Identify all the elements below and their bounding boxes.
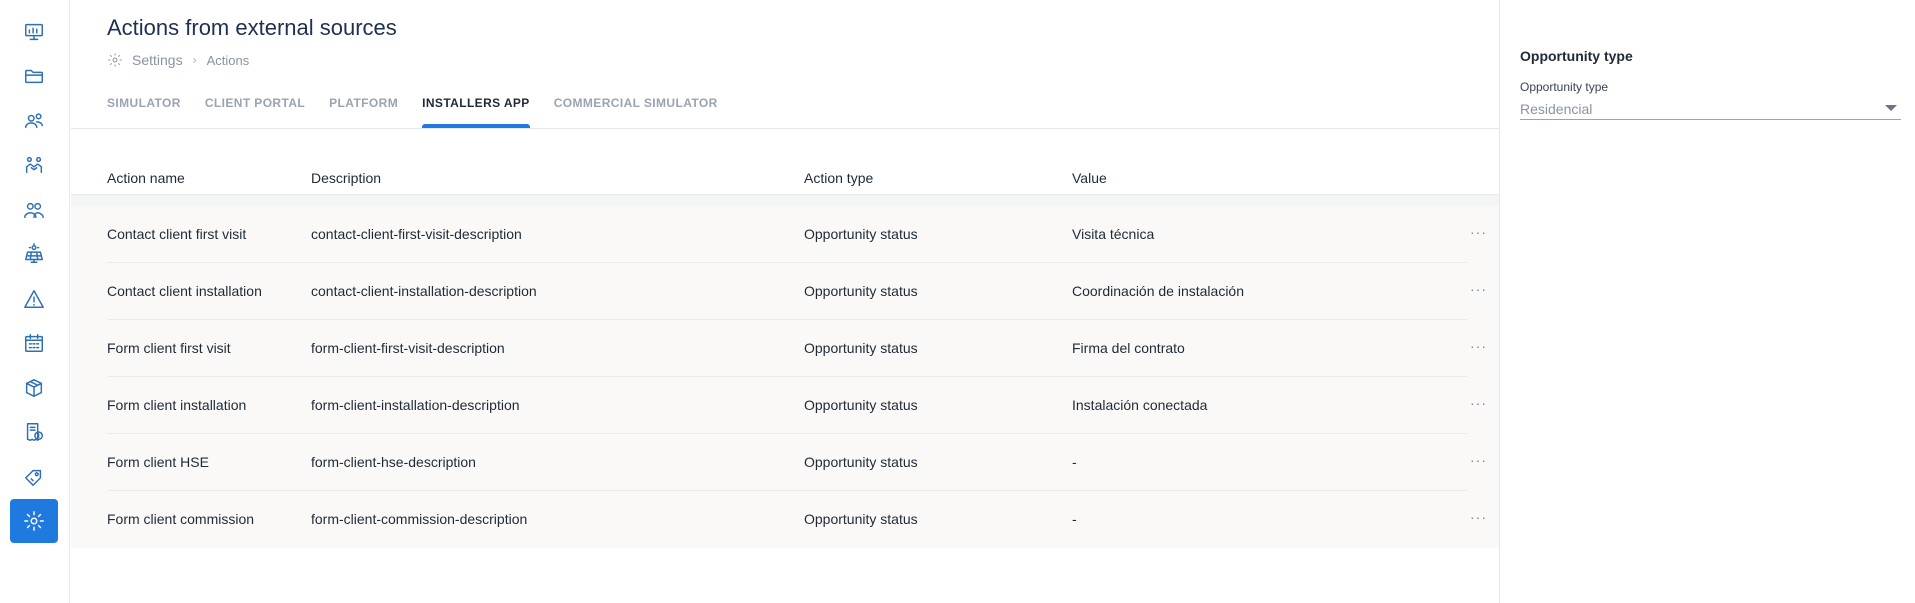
column-header-value[interactable]: Value xyxy=(1072,170,1107,186)
chevron-right-icon: › xyxy=(192,53,197,67)
sidebar-item-pricing[interactable] xyxy=(10,455,58,499)
users-icon xyxy=(25,113,43,129)
settings-icon xyxy=(24,511,44,531)
table-header: Action name Description Action type Valu… xyxy=(71,167,1499,195)
presentation-icon xyxy=(25,23,43,41)
sidebar-item-team[interactable] xyxy=(10,188,58,232)
table-header-spacer xyxy=(71,195,1499,206)
handshake-icon xyxy=(25,156,43,174)
cell-description: form-client-first-visit-description xyxy=(311,340,505,356)
opportunity-type-label: Opportunity type xyxy=(1520,80,1609,94)
cell-action-name: Contact client first visit xyxy=(107,226,247,242)
sidebar-item-clients[interactable] xyxy=(10,99,58,143)
actions-table: Action name Description Action type Valu… xyxy=(71,167,1499,548)
folder-icon xyxy=(25,69,43,84)
table-row[interactable]: Contact client installation contact-clie… xyxy=(107,263,1486,320)
column-header-description[interactable]: Description xyxy=(311,170,381,186)
cell-value: Firma del contrato xyxy=(1072,340,1185,356)
table-row[interactable]: Form client HSE form-client-hse-descript… xyxy=(107,434,1486,491)
cell-action-type: Opportunity status xyxy=(804,454,918,470)
table-row[interactable]: Form client first visit form-client-firs… xyxy=(107,320,1486,377)
page-title: Actions from external sources xyxy=(107,15,397,40)
table-row[interactable]: Form client installation form-client-ins… xyxy=(107,377,1486,434)
row-menu-icon[interactable]: ··· xyxy=(1470,509,1487,525)
row-menu-icon[interactable]: ··· xyxy=(1470,281,1487,297)
cell-description: form-client-commission-description xyxy=(311,511,528,527)
cell-action-name: Contact client installation xyxy=(107,283,262,299)
table-row[interactable]: Form client commission form-client-commi… xyxy=(107,491,1486,548)
caret-down-icon xyxy=(1885,105,1897,111)
cell-description: form-client-hse-description xyxy=(311,454,476,470)
sidebar-item-projects[interactable] xyxy=(10,54,58,98)
settings-icon xyxy=(108,53,122,67)
package-icon xyxy=(25,379,43,397)
tab-simulator[interactable]: SIMULATOR xyxy=(107,96,181,128)
column-header-action-name[interactable]: Action name xyxy=(107,170,185,186)
cell-action-name: Form client installation xyxy=(107,397,247,413)
calendar-icon xyxy=(25,334,43,352)
cell-action-type: Opportunity status xyxy=(804,283,918,299)
cell-value: - xyxy=(1072,454,1077,470)
sidebar-item-billing[interactable] xyxy=(10,410,58,454)
tab-platform[interactable]: PLATFORM xyxy=(329,96,398,128)
sidebar-nav xyxy=(0,0,70,603)
cell-action-name: Form client commission xyxy=(107,511,255,527)
cell-description: contact-client-installation-description xyxy=(311,283,537,299)
row-menu-icon[interactable]: ··· xyxy=(1470,452,1487,468)
cell-description: contact-client-first-visit-description xyxy=(311,226,522,242)
breadcrumb: Settings › Actions xyxy=(107,52,249,68)
row-menu-icon[interactable]: ··· xyxy=(1470,338,1487,354)
sidebar-item-products[interactable] xyxy=(10,366,58,410)
warning-icon xyxy=(24,290,44,308)
tab-installers-app[interactable]: INSTALLERS APP xyxy=(422,96,530,128)
column-header-action-type[interactable]: Action type xyxy=(804,170,873,186)
tab-bar: SIMULATOR CLIENT PORTAL PLATFORM INSTALL… xyxy=(107,96,742,128)
table-body: Contact client first visit contact-clien… xyxy=(71,206,1499,548)
cell-action-name: Form client first visit xyxy=(107,340,231,356)
tab-commercial-simulator[interactable]: COMMERCIAL SIMULATOR xyxy=(554,96,718,128)
cell-description: form-client-installation-description xyxy=(311,397,520,413)
sidebar-item-deals[interactable] xyxy=(10,143,58,187)
invoice-icon xyxy=(26,423,43,441)
table-row[interactable]: Contact client first visit contact-clien… xyxy=(107,206,1486,263)
opportunity-type-value: Residencial xyxy=(1520,101,1593,117)
cell-value: Instalación conectada xyxy=(1072,397,1208,413)
cell-action-name: Form client HSE xyxy=(107,454,209,470)
tabs-divider xyxy=(71,128,1499,129)
cell-value: - xyxy=(1072,511,1077,527)
opportunity-type-select[interactable]: Residencial xyxy=(1520,98,1901,120)
filter-panel: Opportunity type Opportunity type Reside… xyxy=(1499,0,1915,603)
app-root: Actions from external sources Settings ›… xyxy=(0,0,1915,603)
cell-action-type: Opportunity status xyxy=(804,226,918,242)
breadcrumb-settings-link[interactable]: Settings xyxy=(132,52,183,68)
cell-value: Visita técnica xyxy=(1072,226,1155,242)
team-icon xyxy=(24,202,44,219)
cell-action-type: Opportunity status xyxy=(804,397,918,413)
sidebar-item-incidents[interactable] xyxy=(10,277,58,321)
sidebar-item-settings[interactable] xyxy=(10,499,58,543)
tag-icon xyxy=(25,469,42,486)
solar-panel-icon xyxy=(25,243,43,263)
cell-action-type: Opportunity status xyxy=(804,511,918,527)
sidebar-item-dashboard[interactable] xyxy=(10,10,58,54)
sidebar-item-calendar[interactable] xyxy=(10,321,58,365)
filter-panel-title: Opportunity type xyxy=(1520,48,1633,64)
cell-action-type: Opportunity status xyxy=(804,340,918,356)
tab-client-portal[interactable]: CLIENT PORTAL xyxy=(205,96,305,128)
row-menu-icon[interactable]: ··· xyxy=(1470,395,1487,411)
sidebar-item-installations[interactable] xyxy=(10,232,58,276)
breadcrumb-current: Actions xyxy=(206,52,250,68)
main-content: Actions from external sources Settings ›… xyxy=(71,0,1499,603)
cell-value: Coordinación de instalación xyxy=(1072,283,1244,299)
row-menu-icon[interactable]: ··· xyxy=(1470,224,1487,240)
